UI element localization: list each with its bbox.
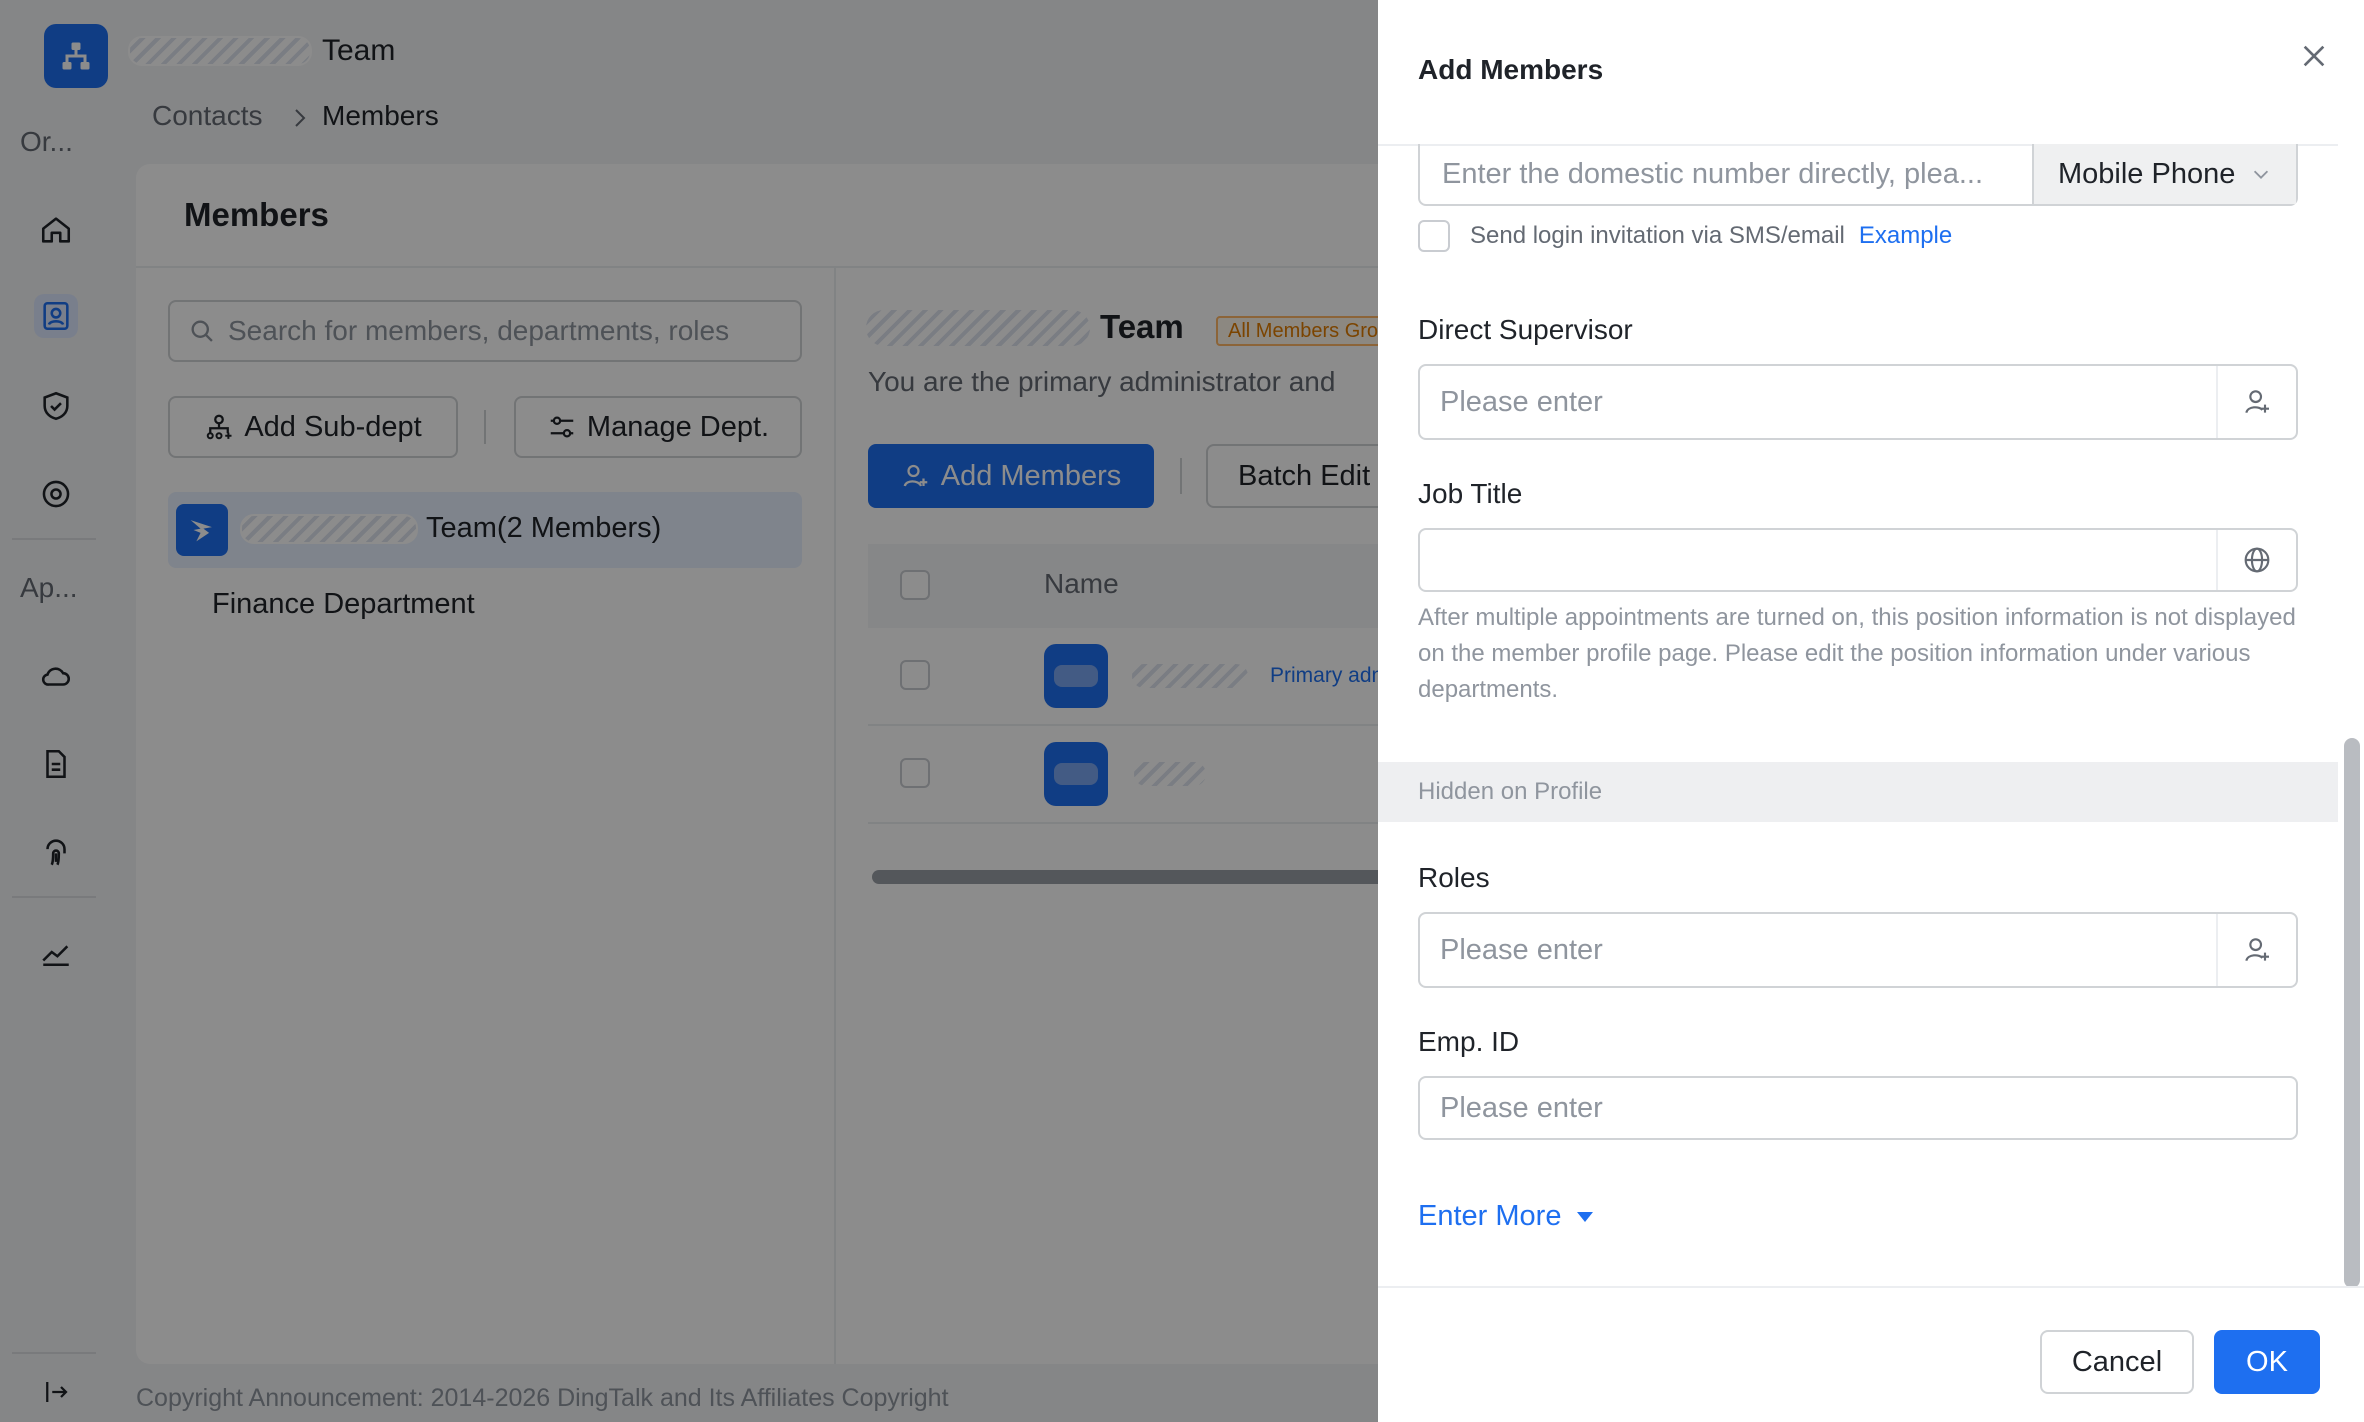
invite-checkbox[interactable]	[1418, 220, 1450, 252]
close-icon[interactable]	[2298, 40, 2330, 72]
add-members-drawer: Add Members Enter the domestic number di…	[1378, 0, 2364, 1422]
phone-type-select[interactable]: Mobile Phone	[2032, 144, 2296, 204]
drawer-footer: Cancel OK	[1378, 1286, 2364, 1422]
invite-option: Send login invitation via SMS/email Exam…	[1418, 220, 1952, 252]
roles-placeholder: Please enter	[1440, 933, 1603, 966]
supervisor-label: Direct Supervisor	[1418, 314, 1633, 345]
job-title-field[interactable]	[1418, 528, 2298, 592]
cancel-button[interactable]: Cancel	[2040, 1330, 2194, 1394]
supervisor-field[interactable]: Please enter	[1418, 364, 2298, 440]
empid-placeholder: Please enter	[1440, 1091, 1603, 1124]
roles-field[interactable]: Please enter	[1418, 912, 2298, 988]
empid-label: Emp. ID	[1418, 1026, 1520, 1057]
job-title-label: Job Title	[1418, 478, 1523, 509]
select-role-icon[interactable]	[2216, 914, 2296, 986]
caret-down-icon	[1577, 1211, 1594, 1222]
phone-field: Enter the domestic number directly, plea…	[1418, 144, 2298, 206]
enter-more-label: Enter More	[1418, 1200, 1562, 1232]
invite-label: Send login invitation via SMS/email	[1470, 222, 1845, 249]
globe-icon[interactable]	[2216, 530, 2296, 590]
enter-more-toggle[interactable]: Enter More	[1418, 1200, 1595, 1233]
select-person-icon[interactable]	[2216, 366, 2296, 438]
chevron-down-icon	[2253, 170, 2269, 179]
empid-field[interactable]: Please enter	[1418, 1076, 2298, 1140]
job-title-help: After multiple appointments are turned o…	[1418, 604, 2296, 703]
hidden-profile-label: Hidden on Profile	[1418, 778, 1603, 805]
drawer-title: Add Members	[1418, 54, 1604, 85]
roles-label: Roles	[1418, 862, 1490, 893]
ok-button[interactable]: OK	[2214, 1330, 2320, 1394]
hidden-profile-section: Hidden on Profile	[1378, 762, 2338, 822]
example-link[interactable]: Example	[1859, 222, 1952, 250]
drawer-scrollbar-thumb[interactable]	[2344, 738, 2360, 1288]
phone-type-value: Mobile Phone	[2058, 157, 2236, 190]
supervisor-placeholder: Please enter	[1440, 385, 1603, 418]
phone-input[interactable]: Enter the domestic number directly, plea…	[1420, 144, 2032, 204]
